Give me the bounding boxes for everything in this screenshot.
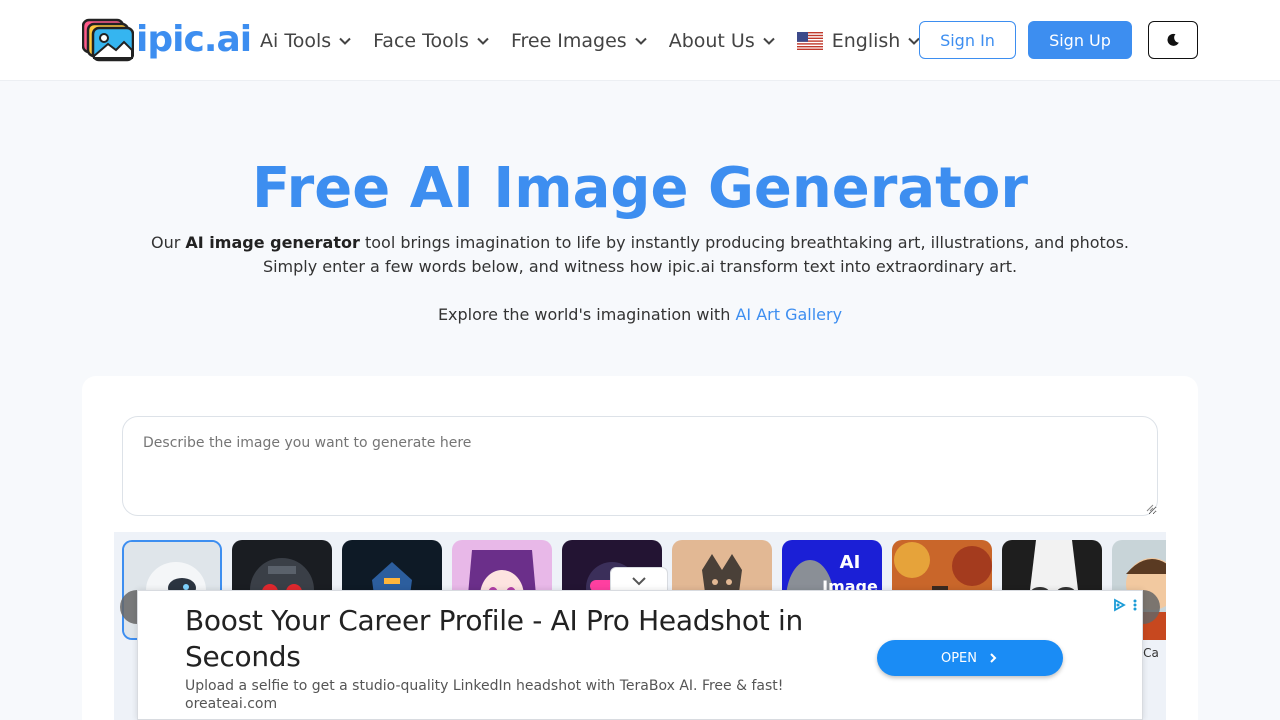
ad-title[interactable]: Boost Your Career Profile - AI Pro Heads…: [185, 603, 835, 675]
nav-label: About Us: [668, 30, 755, 52]
ad-open-button[interactable]: OPEN: [877, 640, 1063, 676]
nav-about-us[interactable]: About Us: [669, 30, 776, 52]
nav-ai-tools[interactable]: Ai Tools: [260, 30, 352, 52]
language-label: English: [831, 30, 901, 52]
prompt-input[interactable]: [122, 416, 1158, 516]
chevron-down-icon: [477, 37, 489, 45]
resize-grip-icon[interactable]: [1146, 504, 1154, 512]
explore-label: Explore the world's imagination with: [437, 305, 736, 324]
hero-description-line2: Simply enter a few words below, and witn…: [262, 257, 1018, 276]
chevron-down-icon: [339, 37, 351, 45]
us-flag-icon: [796, 32, 823, 50]
image-logo-icon: [82, 18, 134, 62]
adchoices-icon: [1114, 598, 1126, 612]
nav-face-tools[interactable]: Face Tools: [373, 30, 490, 52]
ai-art-gallery-link[interactable]: AI Art Gallery: [735, 305, 842, 324]
site-header: ipic.ai Ai Tools Face Tools Free Images …: [0, 0, 1280, 81]
chevron-down-icon: [632, 576, 646, 585]
logo-text: ipic.ai: [136, 19, 252, 60]
svg-text:AI: AI: [840, 552, 861, 573]
ad-description: Upload a selfie to get a studio-quality …: [185, 678, 784, 694]
ad-domain: oreateai.com: [185, 696, 278, 712]
nav-label: Free Images: [510, 30, 627, 52]
chevron-right-icon: [990, 653, 997, 663]
chevron-down-icon: [634, 37, 647, 45]
page-title: Free AI Image Generator: [251, 156, 1028, 221]
sign-up-button[interactable]: Sign Up: [1028, 21, 1132, 59]
nav-free-images[interactable]: Free Images: [511, 30, 648, 52]
ad-banner[interactable]: Boost Your Career Profile - AI Pro Heads…: [137, 590, 1143, 720]
language-selector[interactable]: English: [796, 30, 922, 52]
ad-open-label: OPEN: [940, 650, 977, 666]
nav-label: Ai Tools: [260, 30, 332, 52]
theme-toggle-button[interactable]: [1148, 21, 1198, 59]
nav-label: Face Tools: [373, 30, 469, 52]
site-logo[interactable]: ipic.ai: [82, 18, 252, 62]
explore-text: Explore the world's imagination with AI …: [0, 303, 1280, 327]
sign-in-button[interactable]: Sign In: [919, 21, 1016, 59]
main-nav: Ai Tools Face Tools Free Images About Us: [260, 28, 942, 54]
desc-bold: AI image generator: [185, 233, 360, 252]
more-options-icon: [1133, 599, 1137, 611]
ad-choices[interactable]: [1112, 598, 1138, 612]
hero-description: Our AI image generator tool brings imagi…: [0, 231, 1280, 279]
moon-icon: [1167, 33, 1179, 46]
hero-description-line1: Our AI image generator tool brings imagi…: [0, 231, 1280, 255]
chevron-down-icon: [763, 37, 775, 45]
desc-rest: tool brings imagination to life by insta…: [359, 233, 1130, 252]
desc-prefix: Our: [150, 233, 186, 252]
